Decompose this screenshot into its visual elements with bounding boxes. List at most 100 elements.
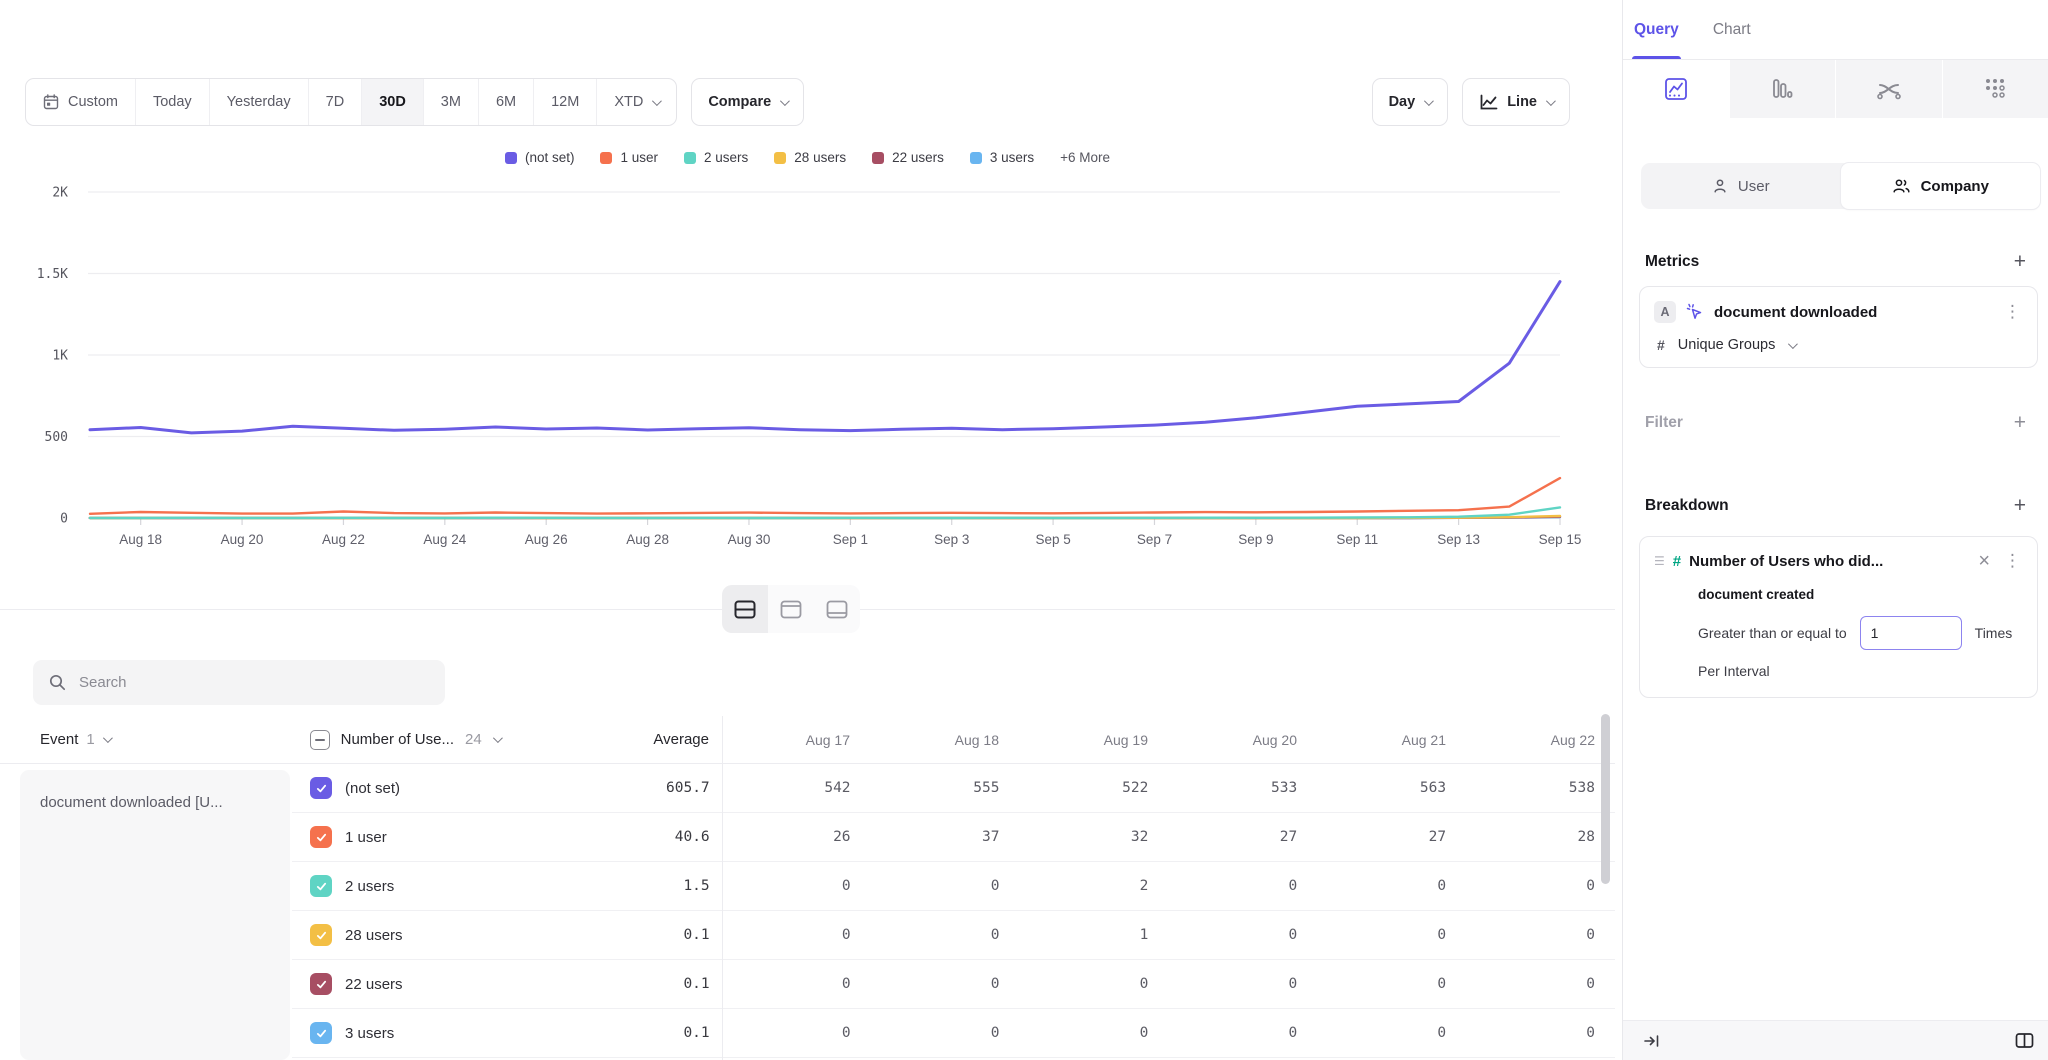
value-cell: 0 xyxy=(1466,927,1615,943)
svg-text:Sep 7: Sep 7 xyxy=(1137,532,1172,547)
range-3m[interactable]: 3M xyxy=(423,79,478,125)
add-filter-button[interactable]: + xyxy=(2014,412,2026,433)
range-30d[interactable]: 30D xyxy=(361,79,423,125)
series-column-header[interactable]: Number of Use... 24 xyxy=(292,730,542,750)
split-view-button[interactable] xyxy=(722,585,768,633)
scope-user[interactable]: User xyxy=(1641,163,1841,209)
table-row: 3 users0.1000000 xyxy=(292,1009,1615,1058)
legend-label: 3 users xyxy=(990,150,1034,165)
select-all-checkbox[interactable] xyxy=(310,730,330,750)
range-label: Yesterday xyxy=(227,94,291,110)
metric-card[interactable]: A document downloaded ⋮ # Unique Groups xyxy=(1639,286,2038,368)
event-click-icon xyxy=(1686,303,1704,321)
range-yesterday[interactable]: Yesterday xyxy=(209,79,308,125)
breakdown-card[interactable]: ☰ # Number of Users who did... × ⋮ docum… xyxy=(1639,536,2038,698)
date-column-headers: Aug 17Aug 18Aug 19Aug 20Aug 21Aug 22 xyxy=(721,732,1615,748)
add-breakdown-button[interactable]: + xyxy=(2014,495,2026,516)
range-today[interactable]: Today xyxy=(135,79,209,125)
range-xtd[interactable]: XTD xyxy=(596,79,676,125)
legend-swatch xyxy=(872,152,884,164)
metric-kebab-icon[interactable]: ⋮ xyxy=(2002,302,2023,322)
hash-icon: # xyxy=(1673,553,1681,570)
range-12m[interactable]: 12M xyxy=(533,79,596,125)
compare-button[interactable]: Compare xyxy=(691,78,804,126)
series-checkbox[interactable] xyxy=(310,924,332,946)
collapse-panel-icon[interactable] xyxy=(1643,1033,1660,1049)
value-cell: 0 xyxy=(1019,1025,1168,1041)
condition-value-input[interactable] xyxy=(1860,616,1962,650)
legend-swatch xyxy=(970,152,982,164)
toggle-panel-icon[interactable] xyxy=(2015,1032,2034,1049)
line-chart-icon xyxy=(1479,94,1498,111)
range-7d[interactable]: 7D xyxy=(308,79,362,125)
legend-item[interactable]: 1 user xyxy=(600,150,658,165)
range-6m[interactable]: 6M xyxy=(478,79,533,125)
event-column-header[interactable]: Event 1 xyxy=(0,731,292,748)
flow-chart-type-button[interactable] xyxy=(1835,60,1942,118)
line-chart[interactable]: 05001K1.5K2KAug 18Aug 20Aug 22Aug 24Aug … xyxy=(0,180,1615,560)
table-only-view-icon xyxy=(826,600,848,619)
legend-more[interactable]: +6 More xyxy=(1060,150,1110,165)
table-only-view-button[interactable] xyxy=(814,585,860,633)
svg-text:Aug 30: Aug 30 xyxy=(728,532,771,547)
legend-swatch xyxy=(600,152,612,164)
chevron-down-icon[interactable] xyxy=(1788,339,1798,349)
more-charts-grid-type-button[interactable] xyxy=(1942,60,2048,118)
people-icon xyxy=(1892,178,1911,194)
value-cell: 0 xyxy=(871,1025,1020,1041)
series-checkbox[interactable] xyxy=(310,1022,332,1044)
range-custom[interactable]: Custom xyxy=(26,79,135,125)
add-metric-button[interactable]: + xyxy=(2014,251,2026,272)
legend-item[interactable]: 28 users xyxy=(774,150,846,165)
series-cell: 28 users xyxy=(292,924,542,946)
value-cell: 563 xyxy=(1317,780,1466,796)
close-icon[interactable]: × xyxy=(1974,551,1994,571)
date-column-header: Aug 21 xyxy=(1317,732,1466,748)
drag-handle-icon[interactable]: ☰ xyxy=(1654,554,1665,568)
table-row: 28 users0.1001000 xyxy=(292,911,1615,960)
table-scrollbar[interactable] xyxy=(1601,714,1610,884)
breakdown-event-name: document created xyxy=(1698,587,2023,602)
event-name-cell[interactable]: document downloaded [U... xyxy=(20,770,290,1060)
search-input[interactable] xyxy=(79,674,429,691)
legend-item[interactable]: 3 users xyxy=(970,150,1034,165)
search-box xyxy=(33,660,445,705)
legend-item[interactable]: (not set) xyxy=(505,150,575,165)
panel-footer xyxy=(1623,1020,2048,1060)
series-checkbox[interactable] xyxy=(310,875,332,897)
scope-company[interactable]: Company xyxy=(1841,163,2041,209)
chart-type-selector xyxy=(1623,60,2048,118)
series-checkbox[interactable] xyxy=(310,826,332,848)
value-cell: 0 xyxy=(722,878,871,894)
search-icon xyxy=(49,674,66,691)
line-chart-type-button[interactable] xyxy=(1623,60,1729,118)
value-cell: 0 xyxy=(1317,1025,1466,1041)
series-cell: (not set) xyxy=(292,777,542,799)
chart-only-view-icon xyxy=(780,600,802,619)
average-cell: 0.1 xyxy=(542,927,722,943)
range-label: 7D xyxy=(326,94,345,110)
range-label: Custom xyxy=(68,94,118,110)
series-cell: 3 users xyxy=(292,1022,542,1044)
legend-item[interactable]: 2 users xyxy=(684,150,748,165)
breakdown-title: Breakdown xyxy=(1645,497,1729,515)
chart-toolbar: Custom Today Yesterday 7D 30D3M6M12MXTD Comp… xyxy=(25,78,1570,126)
chart-type-button[interactable]: Line xyxy=(1462,78,1570,126)
bar-chart-type-button[interactable] xyxy=(1729,60,1836,118)
table-header: Event 1 Number of Use... 24 Average Aug … xyxy=(0,716,1615,764)
flow-chart-icon xyxy=(1876,78,1902,100)
series-checkbox[interactable] xyxy=(310,973,332,995)
legend-item[interactable]: 22 users xyxy=(872,150,944,165)
breakdown-kebab-icon[interactable]: ⋮ xyxy=(2002,551,2023,571)
granularity-button[interactable]: Day xyxy=(1372,78,1449,126)
chart-only-view-button[interactable] xyxy=(768,585,814,633)
series-count: 24 xyxy=(465,731,482,748)
more-charts-grid-icon xyxy=(1984,77,2006,101)
value-cell: 1 xyxy=(1019,927,1168,943)
tab-query[interactable]: Query xyxy=(1634,0,1679,59)
condition-label: Greater than or equal to xyxy=(1698,625,1847,641)
column-divider xyxy=(722,716,723,1060)
tab-chart[interactable]: Chart xyxy=(1713,0,1751,59)
series-checkbox[interactable] xyxy=(310,777,332,799)
value-cell: 27 xyxy=(1317,829,1466,845)
